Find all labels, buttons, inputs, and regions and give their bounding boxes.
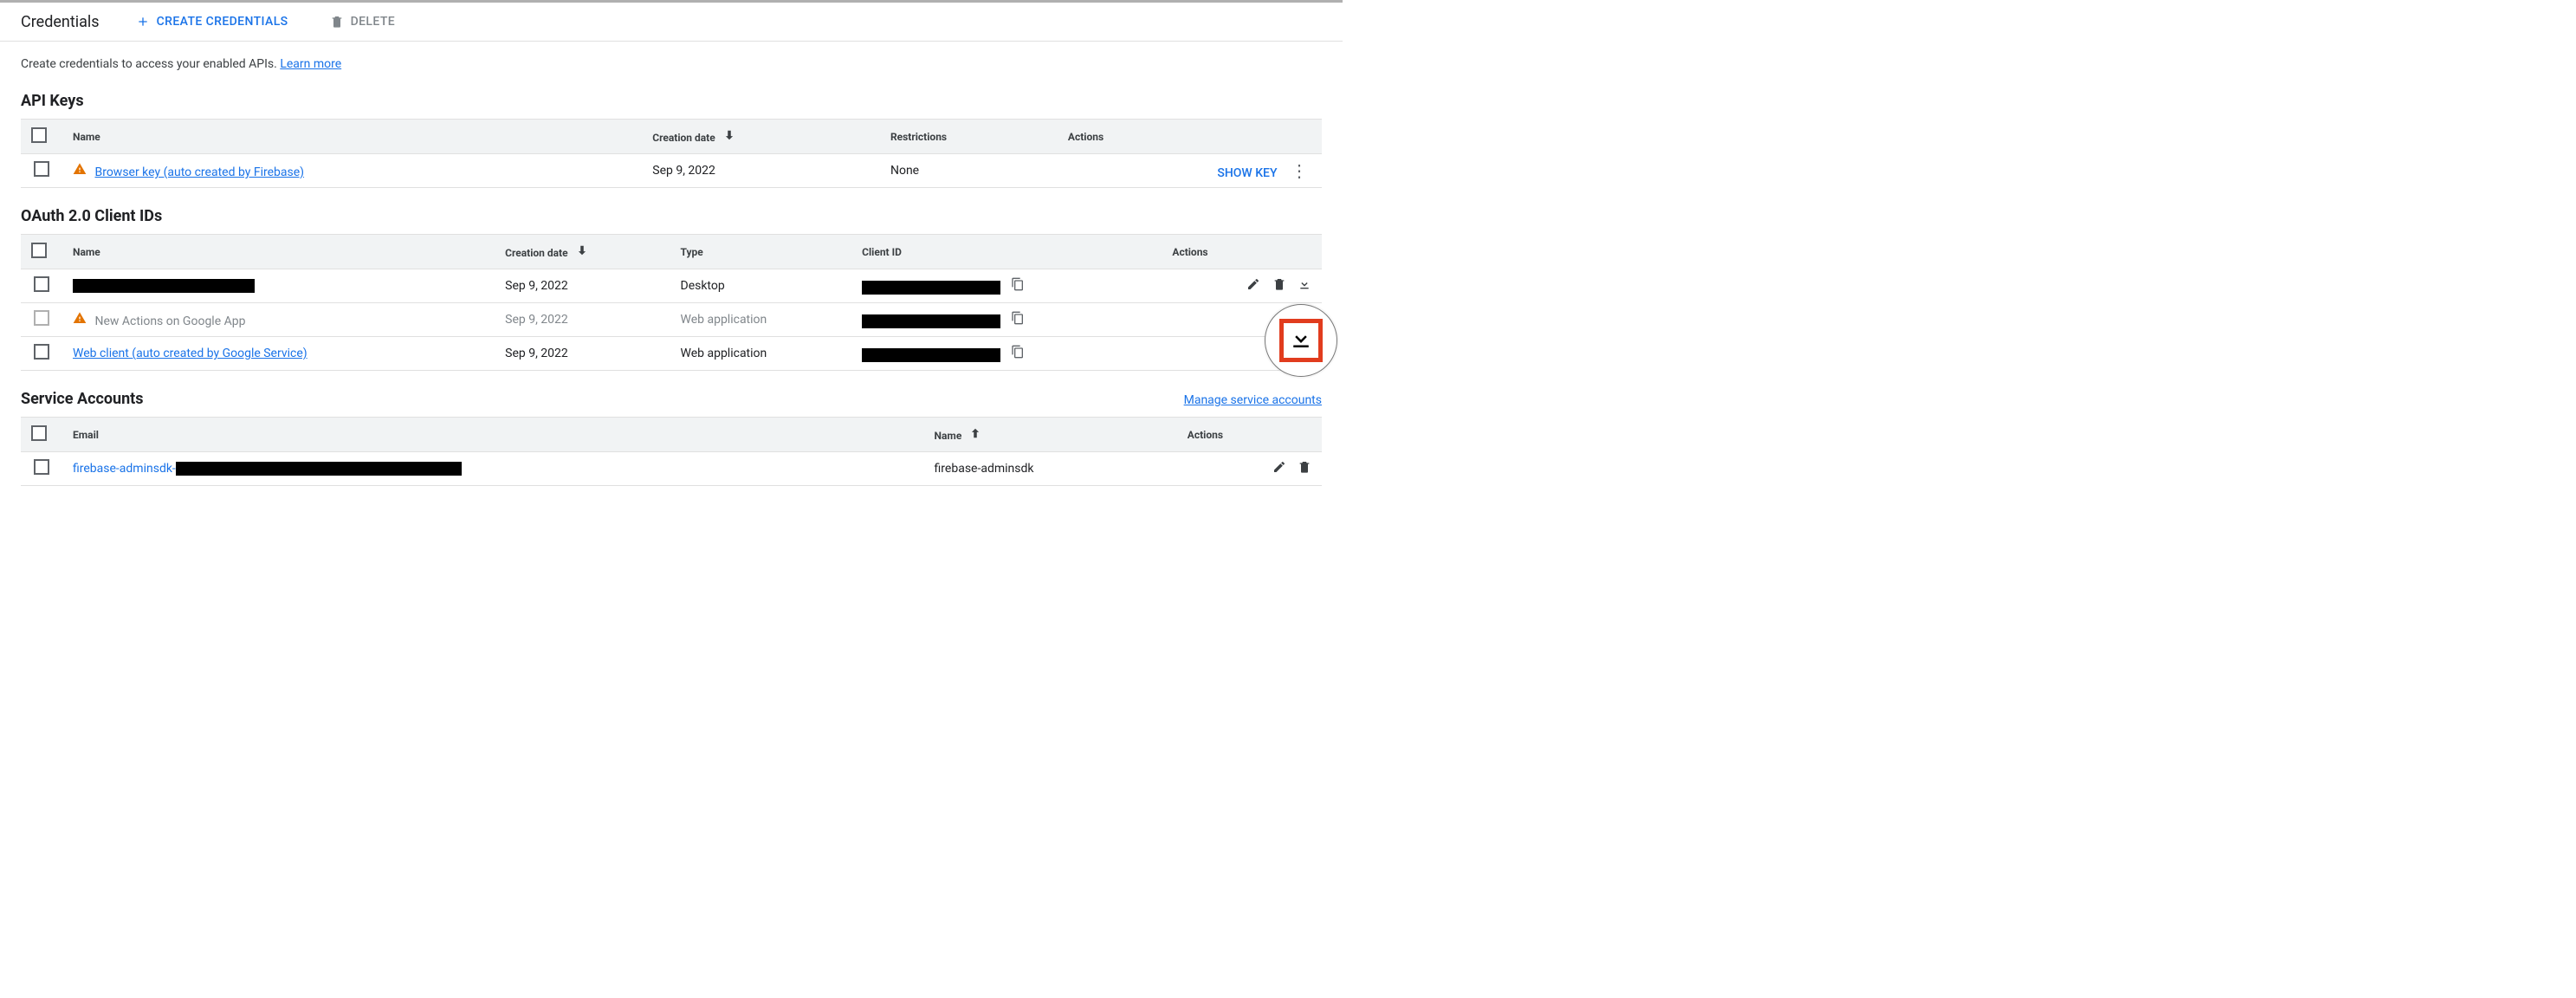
copy-icon[interactable] <box>1011 281 1025 295</box>
oauth-select-all-checkbox[interactable] <box>31 243 47 258</box>
oauth-title: OAuth 2.0 Client IDs <box>21 207 1322 225</box>
col-created[interactable]: Creation date <box>642 120 880 154</box>
table-row: Sep 9, 2022 Desktop <box>21 269 1322 303</box>
annotation-highlight <box>1265 304 1337 377</box>
oauth-created: Sep 9, 2022 <box>495 269 670 303</box>
page-title: Credentials <box>21 13 100 31</box>
learn-more-link[interactable]: Learn more <box>280 57 341 71</box>
oauth-name-link[interactable]: Web client (auto created by Google Servi… <box>73 347 307 360</box>
warning-icon <box>73 314 89 328</box>
oauth-type: Web application <box>670 303 852 337</box>
oauth-section: OAuth 2.0 Client IDs Name Creation date … <box>21 207 1322 371</box>
table-row: Web client (auto created by Google Servi… <box>21 337 1322 371</box>
delete-button[interactable]: DELETE <box>325 11 401 32</box>
manage-service-accounts-link[interactable]: Manage service accounts <box>1184 393 1322 407</box>
copy-icon[interactable] <box>1011 314 1025 328</box>
trash-icon[interactable] <box>1298 463 1311 477</box>
col-created[interactable]: Creation date <box>495 235 670 269</box>
oauth-created: Sep 9, 2022 <box>495 303 670 337</box>
service-accounts-table: Email Name Actions fi <box>21 417 1322 486</box>
delete-label: DELETE <box>351 15 396 29</box>
api-key-name-link[interactable]: Browser key (auto created by Firebase) <box>94 165 304 179</box>
col-actions: Actions <box>1058 120 1322 154</box>
download-icon <box>1288 326 1314 355</box>
oauth-name: New Actions on Google App <box>94 314 245 328</box>
arrow-down-icon <box>576 247 588 259</box>
trash-icon[interactable] <box>1272 281 1289 295</box>
warning-icon <box>73 165 89 179</box>
more-icon[interactable]: ⋮ <box>1287 160 1311 181</box>
oauth-type: Web application <box>670 337 852 371</box>
plus-icon <box>136 15 150 29</box>
oauth-created: Sep 9, 2022 <box>495 337 670 371</box>
api-keys-select-all-checkbox[interactable] <box>31 127 47 143</box>
table-row: firebase-adminsdk- firebase-adminsdk <box>21 452 1322 486</box>
intro-text: Create credentials to access your enable… <box>21 57 1322 71</box>
table-row: New Actions on Google App Sep 9, 2022 We… <box>21 303 1322 337</box>
row-checkbox[interactable] <box>34 344 49 360</box>
svc-select-all-checkbox[interactable] <box>31 425 47 441</box>
table-row: Browser key (auto created by Firebase) S… <box>21 154 1322 188</box>
api-key-restrictions: None <box>880 154 1058 188</box>
svc-name: firebase-adminsdk <box>924 452 1177 486</box>
api-keys-table: Name Creation date Restrictions Actions <box>21 119 1322 188</box>
download-icon[interactable] <box>1298 281 1311 295</box>
col-name[interactable]: Name <box>62 235 495 269</box>
row-checkbox[interactable] <box>34 161 49 177</box>
arrow-up-icon <box>969 430 981 442</box>
annotation-highlight-box <box>1279 319 1323 362</box>
row-checkbox[interactable] <box>34 276 49 292</box>
svc-email-link[interactable]: firebase-adminsdk- <box>73 462 176 476</box>
col-actions: Actions <box>1162 235 1322 269</box>
create-credentials-label: CREATE CREDENTIALS <box>157 15 288 29</box>
col-type[interactable]: Type <box>670 235 852 269</box>
edit-icon[interactable] <box>1272 463 1289 477</box>
api-keys-section: API Keys Name Creation date Restrictions <box>21 92 1322 188</box>
redacted-name <box>73 279 255 293</box>
col-email[interactable]: Email <box>62 418 924 452</box>
col-name[interactable]: Name <box>62 120 642 154</box>
col-restrictions[interactable]: Restrictions <box>880 120 1058 154</box>
row-checkbox <box>34 310 49 326</box>
show-key-button[interactable]: SHOW KEY <box>1217 166 1277 180</box>
redacted-client-id <box>862 281 1000 295</box>
oauth-type: Desktop <box>670 269 852 303</box>
redacted-client-id <box>862 348 1000 362</box>
col-client-id[interactable]: Client ID <box>851 235 1162 269</box>
redacted-client-id <box>862 314 1000 328</box>
api-key-created: Sep 9, 2022 <box>642 154 880 188</box>
edit-icon[interactable] <box>1246 281 1263 295</box>
create-credentials-button[interactable]: CREATE CREDENTIALS <box>131 11 294 32</box>
col-actions: Actions <box>1177 418 1322 452</box>
api-keys-title: API Keys <box>21 92 1322 110</box>
row-checkbox[interactable] <box>34 459 49 475</box>
redacted-email-tail <box>176 462 462 476</box>
oauth-table: Name Creation date Type Client ID Action… <box>21 234 1322 371</box>
col-name[interactable]: Name <box>924 418 1177 452</box>
copy-icon[interactable] <box>1011 348 1025 362</box>
topbar: Credentials CREATE CREDENTIALS DELETE <box>0 0 1343 42</box>
service-accounts-title: Service Accounts <box>21 390 144 408</box>
trash-icon <box>330 15 344 29</box>
arrow-down-icon <box>723 132 735 144</box>
service-accounts-section: Service Accounts Manage service accounts… <box>21 390 1322 486</box>
